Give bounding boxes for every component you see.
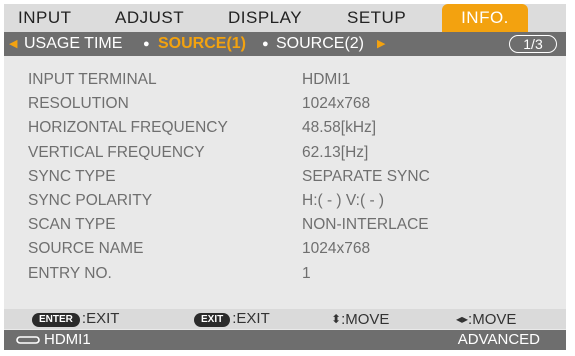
info-label: ENTRY NO. [28,264,112,282]
info-row-horizontal-frequency: HORIZONTAL FREQUENCY 48.58[kHz] [4,116,566,140]
status-bar: HDMI1 ADVANCED [4,330,566,350]
scroll-left-arrow-icon[interactable]: ◀ [9,32,17,56]
subtab-usage-time[interactable]: USAGE TIME [24,32,122,56]
hdmi-connector-icon [16,336,40,344]
scroll-right-arrow-icon[interactable]: ▶ [377,32,385,56]
separator-dot-icon: ● [143,38,150,50]
info-value: H:( - ) V:( - ) [302,191,385,209]
info-label: SYNC TYPE [28,167,116,185]
info-label: SYNC POLARITY [28,191,153,209]
info-value: SEPARATE SYNC [302,167,430,185]
info-row-entry-no: ENTRY NO. 1 [4,262,566,286]
tab-info[interactable]: INFO. [442,4,528,32]
tab-display[interactable]: DISPLAY [228,4,302,32]
tab-setup[interactable]: SETUP [347,4,406,32]
info-label: VERTICAL FREQUENCY [28,143,205,161]
hint-enter-action: :EXIT [81,310,120,327]
hint-updown-action: :MOVE [341,311,390,328]
exit-key-icon: EXIT [194,313,231,327]
info-label: RESOLUTION [28,95,129,113]
info-row-vertical-frequency: VERTICAL FREQUENCY 62.13[Hz] [4,141,566,165]
info-value: 1024x768 [302,240,371,258]
current-source-label: HDMI1 [44,331,91,348]
hint-exit-action: :EXIT [232,310,270,327]
hint-enter-exit: ENTER:EXIT [32,309,119,329]
info-value: 48.58[kHz] [302,119,377,137]
sub-tab-bar: ◀ USAGE TIME ● SOURCE(1) ● SOURCE(2) ▶ 1… [4,32,566,56]
info-row-sync-type: SYNC TYPE SEPARATE SYNC [4,165,566,189]
info-row-input-terminal: INPUT TERMINAL HDMI1 [4,68,566,92]
up-down-arrow-icon: ⬍ [331,312,342,326]
info-value: 62.13[Hz] [302,143,369,161]
info-value: 1024x768 [302,95,371,113]
subtab-source-2[interactable]: SOURCE(2) [276,32,364,56]
info-label: SOURCE NAME [28,240,144,258]
info-row-scan-type: SCAN TYPE NON-INTERLACE [4,213,566,237]
main-menu-bar: INPUT ADJUST DISPLAY SETUP INFO. [4,4,566,32]
subtab-source-1[interactable]: SOURCE(1) [158,32,246,56]
tab-input[interactable]: INPUT [18,4,72,32]
source-info-list: INPUT TERMINAL HDMI1 RESOLUTION 1024x768… [4,68,566,286]
info-label: SCAN TYPE [28,216,116,234]
info-label: INPUT TERMINAL [28,71,157,88]
hint-updown-move: ⬍:MOVE [331,309,389,329]
info-row-resolution: RESOLUTION 1024x768 [4,92,566,116]
tab-adjust[interactable]: ADJUST [115,4,184,32]
hint-leftright-move: ◂▸:MOVE [456,309,516,329]
left-right-arrow-icon: ◂▸ [456,312,469,326]
info-label: HORIZONTAL FREQUENCY [28,119,228,137]
info-value: NON-INTERLACE [302,216,429,234]
info-row-sync-polarity: SYNC POLARITY H:( - ) V:( - ) [4,189,566,213]
enter-key-icon: ENTER [32,313,80,327]
projector-osd-menu: INPUT ADJUST DISPLAY SETUP INFO. ◀ USAGE… [4,4,566,350]
info-value: 1 [302,264,311,282]
info-value: HDMI1 [302,71,351,88]
menu-mode-label: ADVANCED [457,331,540,348]
page-indicator: 1/3 [509,35,557,53]
key-hint-bar: ENTER:EXIT EXIT:EXIT ⬍:MOVE ◂▸:MOVE [4,309,566,329]
hint-leftright-action: :MOVE [468,311,517,328]
info-row-source-name: SOURCE NAME 1024x768 [4,237,566,261]
separator-dot-icon: ● [262,38,269,50]
hint-exit-exit: EXIT:EXIT [194,309,270,329]
